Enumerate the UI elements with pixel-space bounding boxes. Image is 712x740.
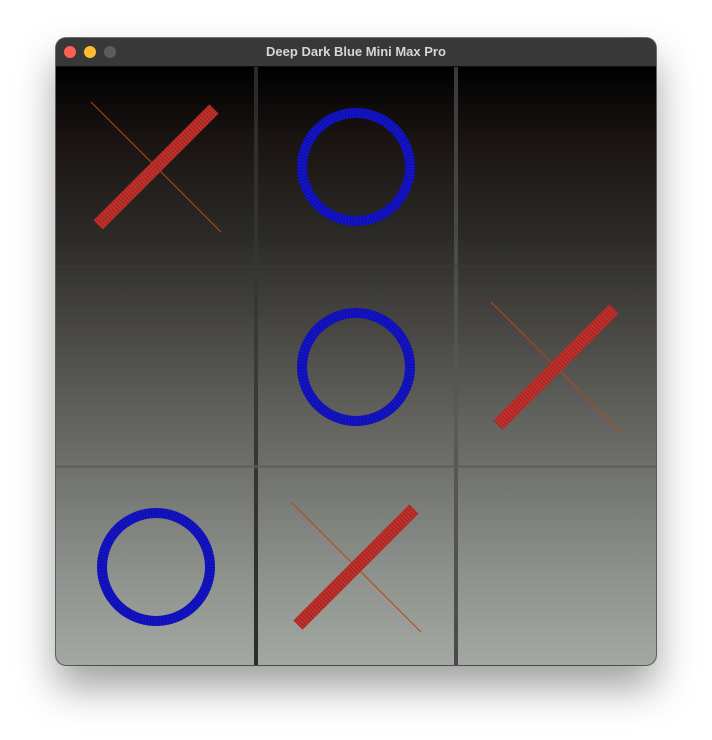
board-cell-r1-c0[interactable] [56,267,256,467]
window-title: Deep Dark Blue Mini Max Pro [266,44,446,59]
board-cell-r1-c2[interactable] [456,267,656,467]
tic-tac-toe-board [56,67,656,665]
board-cell-r2-c0[interactable] [56,467,256,665]
board-cell-r2-c2[interactable] [456,467,656,665]
board-cell-r2-c1[interactable] [256,467,456,665]
board-cell-r0-c1[interactable] [256,67,456,267]
board-cell-r0-c2[interactable] [456,67,656,267]
board-cell-r0-c0[interactable] [56,67,256,267]
title-bar[interactable]: Deep Dark Blue Mini Max Pro [56,38,656,67]
game-window: Deep Dark Blue Mini Max Pro [56,38,656,665]
board-cell-r1-c1[interactable] [256,267,456,467]
